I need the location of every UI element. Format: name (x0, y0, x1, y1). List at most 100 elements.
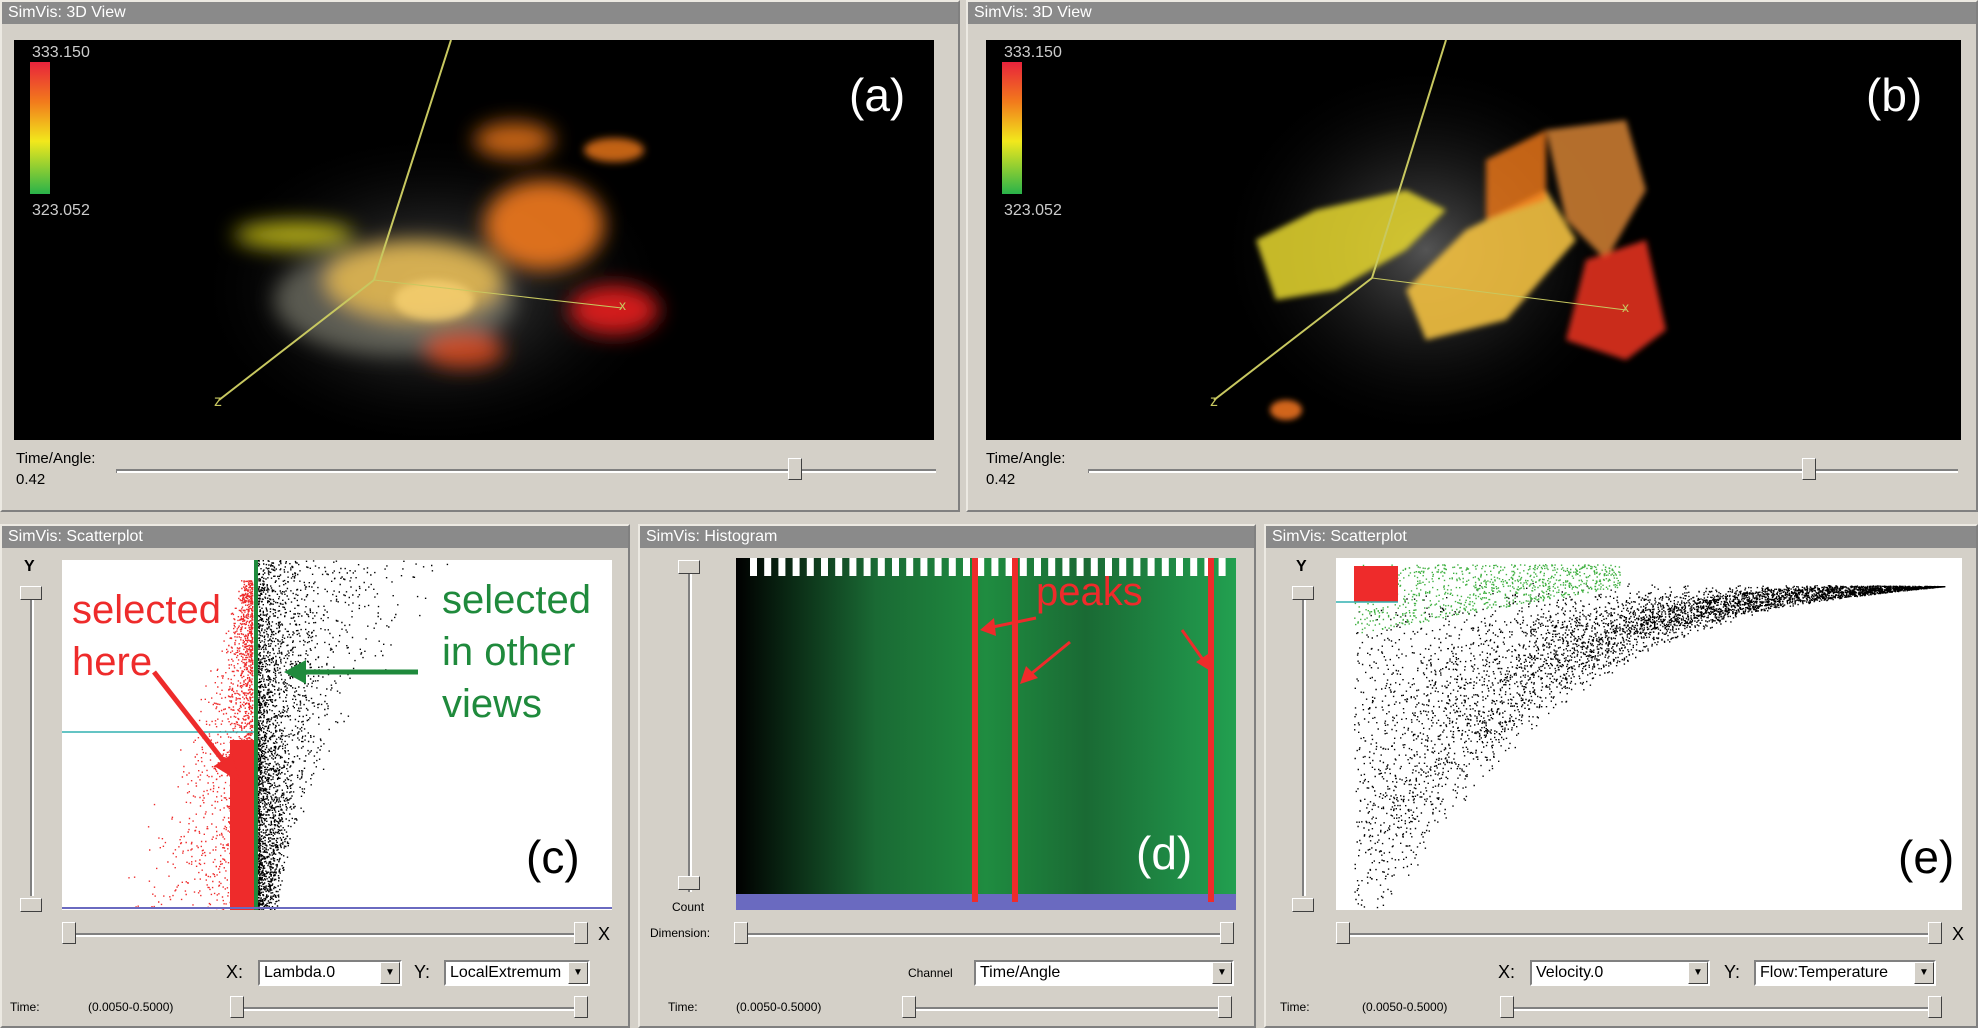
3d-viewport[interactable]: z x 333.150 323.052 (b) (986, 40, 1961, 440)
channel-select[interactable]: Time/Angle ▼ (974, 960, 1234, 986)
view3d-panel-a: SimVis: 3D View z x 333.150 323.052 (a) … (0, 0, 960, 512)
histogram-bin-tick (821, 558, 828, 576)
color-scale-min: 323.052 (1004, 202, 1062, 219)
unselected-points (1354, 582, 1946, 909)
time-slider-track[interactable] (908, 1007, 1232, 1011)
histogram-bin-tick (1019, 558, 1027, 576)
histogram-bin-tick (977, 558, 985, 576)
y-axis-select[interactable]: LocalExtremum ▼ (444, 960, 590, 986)
x-range-slider-track[interactable] (1342, 933, 1942, 937)
x-axis-select[interactable]: Lambda.0 ▼ (258, 960, 402, 986)
histogram-area[interactable]: peaks (d) (736, 558, 1236, 910)
unselected-points (258, 560, 449, 910)
histogram-bin-tick (948, 558, 956, 576)
time-range: (0.0050-0.5000) (88, 1000, 174, 1014)
x-range-slider-right[interactable] (1928, 922, 1942, 944)
histogram-bin-tick (963, 558, 970, 576)
window-title: SimVis: 3D View (968, 2, 1976, 24)
y-axis-select[interactable]: Flow:Temperature ▼ (1754, 960, 1936, 986)
color-scale-max: 333.150 (32, 44, 90, 61)
dimension-slider-left[interactable] (734, 922, 748, 944)
time-slider-track[interactable] (238, 1007, 588, 1011)
y-range-slider-track[interactable] (30, 586, 34, 896)
chevron-down-icon[interactable]: ▼ (1212, 962, 1232, 984)
dimension-slider-right[interactable] (1220, 922, 1234, 944)
histogram-baseline (736, 894, 1236, 910)
x-axis-select[interactable]: Velocity.0 ▼ (1530, 960, 1710, 986)
brush-selection (1354, 566, 1398, 602)
x-range-slider-left[interactable] (62, 922, 76, 944)
chevron-down-icon[interactable]: ▼ (380, 962, 400, 984)
scatterplot-area[interactable]: (e) (1336, 558, 1962, 910)
close-x-button[interactable]: X (598, 924, 610, 945)
histogram-bin-tick (1147, 558, 1155, 576)
time-angle-slider-track[interactable] (1088, 469, 1958, 473)
chevron-down-icon[interactable]: ▼ (1688, 962, 1708, 984)
histogram-bin-tick (849, 558, 857, 576)
channel-label: Channel (908, 966, 953, 980)
y-range-slider-bottom[interactable] (20, 898, 42, 912)
x-axis-label: X: (1498, 962, 1516, 982)
x-axis-label: X: (226, 962, 244, 982)
scatterplot-area[interactable]: selected here selected in other views (c… (62, 560, 612, 910)
count-slider-track[interactable] (688, 566, 692, 892)
peak-line (1208, 558, 1214, 902)
axis-z-label: z (1210, 393, 1218, 410)
y-slider-label: Y (1296, 558, 1307, 575)
time-slider-right[interactable] (1218, 996, 1232, 1018)
histogram-bin-tick (877, 558, 885, 576)
time-slider-left[interactable] (230, 996, 244, 1018)
time-angle-value: 0.42 (986, 471, 1016, 488)
histogram-panel-d: SimVis: Histogram Count peaks (d) Dimens… (638, 524, 1256, 1028)
color-scale-bar (30, 62, 50, 194)
window-title: SimVis: 3D View (2, 2, 958, 24)
time-angle-slider-thumb[interactable] (788, 458, 802, 480)
time-angle-value: 0.42 (16, 471, 46, 488)
volume-render: z x (1002, 40, 1666, 440)
chevron-down-icon[interactable]: ▼ (568, 962, 588, 984)
time-angle-label: Time/Angle: (16, 450, 96, 467)
time-angle-slider-track[interactable] (116, 469, 936, 473)
histogram-bin-tick (1218, 558, 1226, 576)
axis-z-label: z (214, 393, 222, 410)
3d-viewport[interactable]: z x 333.150 323.052 (a) (14, 40, 934, 440)
window-title: SimVis: Scatterplot (2, 526, 628, 548)
window-title: SimVis: Scatterplot (1266, 526, 1976, 548)
time-slider-right[interactable] (1928, 996, 1942, 1018)
time-angle-label: Time/Angle: (986, 450, 1066, 467)
annotation-selected-other: selected in other views (442, 578, 591, 726)
count-slider-bottom[interactable] (678, 876, 700, 890)
time-slider-track[interactable] (1506, 1007, 1942, 1011)
close-x-button[interactable]: X (1952, 924, 1964, 945)
linked-selection-line (254, 560, 258, 910)
histogram-bin-tick (1190, 558, 1198, 576)
x-range-slider-track[interactable] (68, 933, 588, 937)
x-range-slider-left[interactable] (1336, 922, 1350, 944)
time-slider-left[interactable] (902, 996, 916, 1018)
y-range-slider-track[interactable] (1302, 586, 1306, 896)
count-slider-top[interactable] (678, 560, 700, 574)
histogram-bin-tick (778, 558, 786, 576)
y-range-slider-top[interactable] (20, 586, 42, 600)
dimension-label: Dimension: (650, 926, 711, 940)
y-range-slider-top[interactable] (1292, 586, 1314, 600)
x-range-slider-right[interactable] (574, 922, 588, 944)
time-slider-right[interactable] (574, 996, 588, 1018)
scatterplot-panel-e: SimVis: Scatterplot Y (e) X X: Velocity.… (1264, 524, 1978, 1028)
chevron-down-icon[interactable]: ▼ (1914, 962, 1934, 984)
dimension-slider-track[interactable] (738, 933, 1232, 937)
panel-letter: (c) (526, 831, 580, 883)
panel-letter: (a) (849, 69, 906, 121)
color-scale-min: 323.052 (32, 202, 90, 219)
count-label: Count (672, 900, 705, 914)
y-range-slider-bottom[interactable] (1292, 898, 1314, 912)
panel-letter: (b) (1866, 69, 1923, 121)
annotation-peaks: peaks (1036, 570, 1143, 614)
scatter-points (1336, 564, 1946, 909)
histogram-bin-tick (920, 558, 928, 576)
time-slider-left[interactable] (1500, 996, 1514, 1018)
time-range: (0.0050-0.5000) (736, 1000, 822, 1014)
scatterplot-panel-c: SimVis: Scatterplot Y selected here sele… (0, 524, 630, 1028)
view3d-panel-b: SimVis: 3D View z x 333.150 323.052 (b) … (966, 0, 1978, 512)
time-angle-slider-thumb[interactable] (1802, 458, 1816, 480)
